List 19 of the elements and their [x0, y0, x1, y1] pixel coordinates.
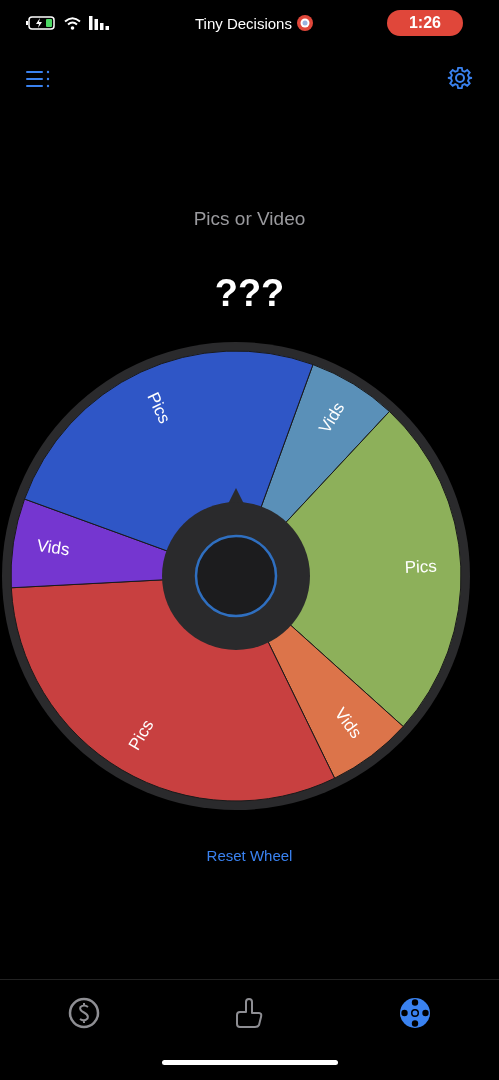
settings-icon[interactable]	[447, 66, 473, 92]
wheel-title: Pics or Video	[192, 208, 307, 230]
app-label: Tiny Decisions	[195, 14, 292, 32]
reset-wheel-link[interactable]: Reset Wheel	[202, 845, 297, 866]
spin-knob[interactable]	[161, 488, 310, 650]
segment-label: Vids	[35, 535, 71, 560]
menu-icon[interactable]	[26, 70, 50, 88]
wifi-icon	[64, 16, 81, 30]
pointing-hand-icon	[235, 997, 264, 1029]
result-text: ???	[213, 272, 286, 315]
status-time: 1:26	[386, 10, 463, 36]
coin-icon	[67, 997, 100, 1029]
segment-label: Pics	[403, 556, 437, 578]
segment-label: Pics	[142, 389, 174, 427]
record-icon	[296, 15, 313, 31]
segment-label: Vids	[314, 398, 348, 437]
wheel-icon	[399, 997, 432, 1029]
signal-icon	[89, 16, 111, 30]
battery-icon	[26, 16, 56, 30]
